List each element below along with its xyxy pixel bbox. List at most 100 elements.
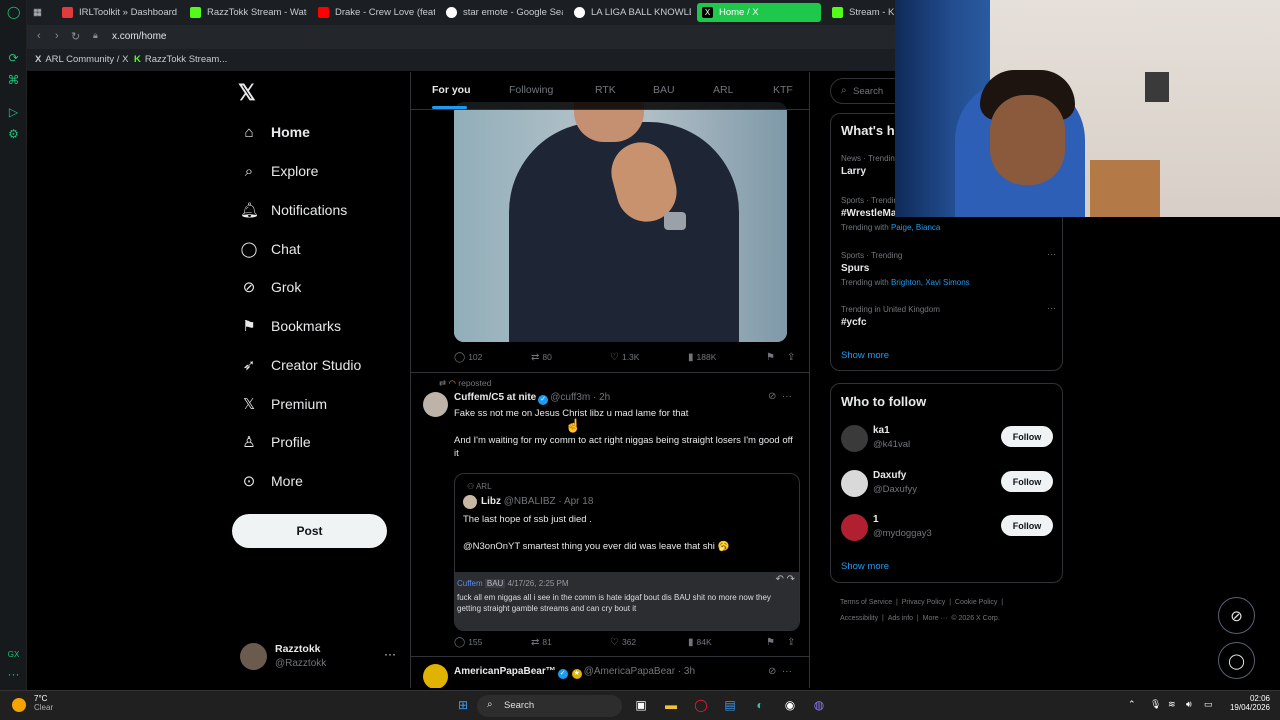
reply-button[interactable]: ◯ 102 [454,352,482,363]
quote-text: @N3onOnYT smartest thing you ever did wa… [463,541,730,552]
bookmark-button[interactable]: ⚑ [766,637,778,648]
quoted-post[interactable]: ⚇ ARL Libz @NBALIBZ · Apr 18 The last ho… [454,473,800,631]
sidebar-item-creator-studio[interactable]: ➶ Creator Studio [240,351,362,379]
heart-icon: ♡ [610,352,619,363]
tab-rtk[interactable]: RTK [595,84,616,96]
url-field[interactable]: x.com/home [112,31,166,42]
more-icon[interactable]: ··· [384,647,396,661]
task-view-icon[interactable]: ▣ [633,697,649,713]
store-icon[interactable]: ▤ [722,697,738,713]
taskbar-search[interactable]: ⌕ Search [477,695,622,717]
tab-home-x[interactable]: X Home / X [697,3,821,22]
avatar[interactable] [423,392,448,417]
battery-icon[interactable]: ▭ [1204,699,1213,710]
sidebar-item-more[interactable]: ⊙ More [240,467,303,495]
follow-button[interactable]: Follow [1001,426,1053,447]
tab-grid-icon[interactable]: ▦ [33,3,55,22]
sidebar-item-explore[interactable]: ⌕ Explore [240,157,319,185]
tab-irltoolkit[interactable]: IRLToolkit » Dashboard [57,3,179,22]
google-icon [574,7,585,18]
forward-icon[interactable]: › [55,30,59,42]
obs-icon[interactable]: ◉ [782,697,798,713]
post-button[interactable]: Post [232,514,387,548]
weather-widget[interactable]: 7°C Clear [12,694,53,712]
show-more-link[interactable]: Show more [841,561,889,572]
opera-logo-icon[interactable]: ◯ [7,6,20,19]
repost-button[interactable]: ⇄ 81 [531,637,552,648]
grok-fab-icon[interactable]: ⊘ [1218,597,1255,634]
follow-button[interactable]: Follow [1001,515,1053,536]
share-button[interactable]: ⇪ [787,637,798,648]
sidebar-item-notifications[interactable]: 🔔︎ Notifications [240,196,347,224]
more-icon[interactable]: ··· [1047,303,1056,313]
discord-icon[interactable]: ◍ [811,697,827,713]
reply-button[interactable]: ◯ 155 [454,637,482,648]
more-circle-icon: ⊙ [242,473,256,490]
bookmark-button[interactable]: ⚑ [766,352,778,363]
x-logo-icon[interactable]: 𝕏 [238,80,256,106]
tab-following[interactable]: Following [509,84,553,96]
sidebar-item-chat[interactable]: ◯ Chat [240,235,301,263]
tray-chevron-icon[interactable]: ⌃ [1128,699,1136,710]
tab-for-you[interactable]: For you [432,84,471,96]
account-switcher[interactable]: Razztokk @Razztokk ··· [240,641,400,673]
tab-google-search[interactable]: star emote - Google Search [441,3,563,22]
bookmark-razztokk[interactable]: K RazzTokk Stream... [134,54,227,65]
post-americanpapabear[interactable]: AmericanPapaBear™ ✓ ★ @AmericaPapaBear · 3h… [411,662,809,688]
chat-fab-icon[interactable]: ◯ [1218,642,1255,679]
back-icon[interactable]: ‹ [37,30,41,42]
sidebar-item-profile[interactable]: ♙ Profile [240,428,310,456]
post-media-image[interactable] [454,102,787,342]
sidebar-item-bookmarks[interactable]: ⚑ Bookmarks [240,312,341,340]
grok-post-icon[interactable]: ⊘ ··· [768,666,792,677]
more-icon[interactable]: ··· [7,668,20,681]
clock[interactable]: 02:06 19/04/2026 [1222,694,1270,712]
reload-icon[interactable]: ↻ [71,30,80,43]
browser-sidebar: ◯ ⟳ ⌘ ▷ ⚙ GX ··· [0,0,27,690]
youtube-icon [318,7,329,18]
show-more-link[interactable]: Show more [841,350,889,361]
grok-post-icon[interactable]: ⊘ ··· [768,391,792,402]
views-button[interactable]: ▮ 84K [688,637,712,648]
follow-suggestion[interactable]: ka1 @k41val Follow [841,423,1056,457]
wifi-icon[interactable]: ≋ [1168,699,1176,710]
follow-suggestion[interactable]: 1 @mydoggay3 Follow [841,512,1056,546]
tab-drake[interactable]: Drake - Crew Love (feat. [313,3,435,22]
mouse-cursor-icon: ☝ [565,418,582,433]
like-button[interactable]: ♡ 362 [610,637,636,648]
trend-item[interactable]: Trending in United Kingdom #ycfc ··· [841,303,1056,328]
edge-icon[interactable]: ◐ [752,697,768,713]
account-handle: @Razztokk [275,658,327,669]
follow-button[interactable]: Follow [1001,471,1053,492]
sidebar-item-home[interactable]: ⌂ Home [240,118,309,146]
file-explorer-icon[interactable]: ▬ [663,697,679,713]
volume-icon[interactable]: 🔊︎ [1186,699,1192,710]
tab-kick-stream[interactable]: Stream - Kick [827,3,897,22]
post-cuffem[interactable]: ⇄ ◠ reposted Cuffem/C5 at nite ✓ @cuff3m ·… [411,378,809,658]
tab-laliga[interactable]: LA LIGA BALL KNOWLEDGE [569,3,691,22]
gx-icon[interactable]: GX [7,648,20,661]
follow-suggestion[interactable]: Daxufy @Daxufyy Follow [841,468,1056,502]
tab-arl[interactable]: ARL [713,84,733,96]
repost-button[interactable]: ⇄ 80 [531,352,552,363]
mic-icon[interactable]: 🎙︎ [1150,699,1161,710]
settings-icon[interactable]: ⚙ [7,128,20,141]
views-button[interactable]: ▮ 188K [688,352,716,363]
tab-razztokk-stream[interactable]: RazzTokk Stream - Watch [185,3,307,22]
flow-icon[interactable]: ⌘ [7,74,20,87]
refresh-icon[interactable]: ⟳ [7,52,20,65]
like-button[interactable]: ♡ 1.3K [610,352,639,363]
tab-ktf[interactable]: KTF [773,84,793,96]
more-icon[interactable]: ··· [1047,249,1056,259]
tab-bau[interactable]: BAU [653,84,675,96]
bookmark-arl[interactable]: X ARL Community / X [35,54,128,65]
share-icon: ⇪ [787,352,796,363]
trend-item[interactable]: Sports · Trending Spurs Trending with Brig… [841,249,1056,287]
sidebar-item-grok[interactable]: ⊘ Grok [240,273,302,301]
play-icon[interactable]: ▷ [7,106,20,119]
avatar[interactable] [423,664,448,688]
opera-icon[interactable]: ◯ [693,697,709,713]
windows-start-icon[interactable]: ⊞ [455,697,471,713]
sidebar-item-premium[interactable]: 𝕏 Premium [240,390,327,418]
share-button[interactable]: ⇪ [787,352,798,363]
